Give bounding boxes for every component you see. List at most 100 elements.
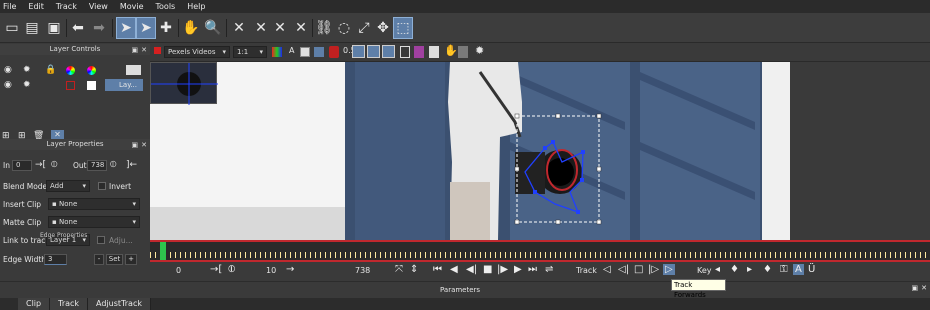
overlay-icon[interactable] [314, 47, 324, 57]
menu-movie[interactable]: Movie [120, 2, 144, 11]
gear-icon[interactable]: ✹ [23, 80, 31, 90]
track-forward-icon[interactable]: ▷ [663, 264, 675, 275]
layer-name[interactable]: Lay... [105, 79, 143, 91]
key-lock-icon[interactable]: ⚿ [780, 264, 788, 275]
undock-icon[interactable]: ▣ [912, 284, 919, 292]
increase-button[interactable]: + [125, 253, 137, 265]
add-point-icon[interactable]: ✚ [156, 17, 176, 39]
source-dropdown[interactable]: Pexels Videos ▾ [164, 46, 230, 58]
menu-file[interactable]: File [3, 2, 16, 11]
play-backward-icon[interactable]: ◀ [450, 264, 458, 275]
sun-icon[interactable]: ✹ [475, 44, 484, 57]
bspline-plus-icon[interactable]: ✕ [270, 17, 290, 39]
mask-icon[interactable] [414, 46, 424, 58]
video-preview[interactable] [150, 62, 790, 240]
go-to-out-icon[interactable]: ⦶ [110, 160, 117, 170]
stop-icon[interactable]: ■ [483, 264, 492, 275]
eye-icon[interactable]: ◉ [4, 65, 12, 75]
frame-marker-icon[interactable]: → [286, 264, 294, 275]
select-arrow-icon[interactable]: ➤ [116, 17, 136, 39]
transform-icon[interactable]: ⤢ [354, 17, 374, 39]
track-step-back-icon[interactable]: ◁| [618, 264, 629, 275]
invert-checkbox[interactable] [98, 182, 106, 190]
alpha-channel-label[interactable]: A [289, 46, 294, 55]
hand-icon[interactable]: ✋ [181, 17, 201, 39]
out-field[interactable]: 738 [87, 159, 107, 171]
step-back-icon[interactable]: ◀| [466, 264, 477, 275]
split-x-icon[interactable]: ✕ [229, 17, 249, 39]
view-mode-1-icon[interactable] [352, 45, 365, 58]
undo-icon[interactable]: ⬅ [68, 17, 88, 39]
set-out-icon[interactable]: ]← [126, 160, 137, 170]
timeline-scrubber[interactable] [150, 240, 930, 262]
menu-view[interactable]: View [89, 2, 108, 11]
play-icon[interactable]: ▶ [514, 264, 522, 275]
new-icon[interactable]: ▭ [2, 17, 22, 39]
decrease-button[interactable]: - [94, 253, 104, 265]
tab-track[interactable]: Track [50, 298, 89, 310]
track-backward-icon[interactable]: ◁ [603, 264, 611, 275]
set-in-icon[interactable]: →[ [210, 264, 222, 275]
undock-icon[interactable]: ▣ [132, 45, 139, 56]
fit-vertical-icon[interactable]: ⇕ [410, 264, 418, 275]
rgb-channel-icon[interactable] [272, 47, 282, 57]
view-mode-3-icon[interactable] [382, 45, 395, 58]
playhead[interactable] [160, 242, 166, 260]
key-info-icon[interactable]: Ü [808, 264, 815, 275]
zoom-icon[interactable]: 🔍 [203, 17, 223, 39]
blend-mode-dropdown[interactable]: Add ▾ [46, 180, 90, 192]
key-delete-icon[interactable]: ♦ [763, 264, 772, 275]
link-icon[interactable]: ⛓ [314, 17, 334, 39]
key-next-icon[interactable]: ▸ [747, 264, 752, 275]
zoom-dropdown[interactable]: 1:1 ▾ [233, 46, 267, 58]
layer-color-swatch[interactable] [87, 80, 96, 90]
skip-start-icon[interactable]: ⏮ [433, 264, 442, 275]
color-wheel-icon[interactable] [87, 65, 96, 75]
matte-clip-dropdown[interactable]: ▪ None ▾ [48, 216, 140, 228]
save-icon[interactable]: ▣ [44, 17, 64, 39]
auto-key-icon[interactable]: A [793, 264, 804, 275]
lock-icon[interactable]: 🔒 [45, 65, 56, 75]
layer-menu-icon[interactable] [126, 65, 141, 75]
lasso-icon[interactable]: ◌ [334, 17, 354, 39]
set-in-icon[interactable]: →[ [35, 160, 46, 170]
close-icon[interactable]: ✕ [141, 140, 147, 151]
menu-help[interactable]: Help [187, 2, 205, 11]
select-rect-icon[interactable]: ⬚ [393, 17, 413, 39]
gear-icon[interactable]: ✹ [23, 65, 31, 75]
layer-color-swatch[interactable] [66, 80, 75, 90]
key-add-icon[interactable]: ♦ [730, 264, 739, 275]
track-stop-icon[interactable]: □ [634, 264, 643, 275]
tab-adjust-track[interactable]: AdjustTrack [88, 298, 151, 310]
fit-icon[interactable]: ⤧ [395, 264, 403, 275]
menu-track[interactable]: Track [56, 2, 77, 11]
layer-row[interactable]: ◉ ✹ Lay... [0, 77, 150, 93]
bspline-x-icon[interactable]: ✕ [291, 17, 311, 39]
key-prev-icon[interactable]: ◂ [715, 264, 720, 275]
open-icon[interactable]: ▤ [22, 17, 42, 39]
go-to-in-icon[interactable]: ⦶ [228, 264, 235, 275]
track-step-forward-icon[interactable]: |▷ [648, 264, 659, 275]
bspline-tool-icon[interactable]: ➤ [136, 17, 156, 39]
view-mode-2-icon[interactable] [367, 45, 380, 58]
redo-icon[interactable]: ➡ [89, 17, 109, 39]
close-icon[interactable]: ✕ [921, 284, 927, 292]
tab-clip[interactable]: Clip [18, 298, 51, 310]
frame-icon[interactable] [400, 46, 410, 58]
insert-clip-dropdown[interactable]: ▪ None ▾ [48, 198, 140, 210]
step-forward-icon[interactable]: |▶ [497, 264, 508, 275]
loop-icon[interactable]: ⇌ [545, 264, 553, 275]
menu-edit[interactable]: Edit [28, 2, 44, 11]
color-wheel-icon[interactable] [66, 65, 75, 75]
checker-icon[interactable] [300, 47, 310, 57]
eye-icon[interactable]: ◉ [4, 80, 12, 90]
undock-icon[interactable]: ▣ [132, 140, 139, 151]
move-icon[interactable]: ✥ [373, 17, 393, 39]
matte-icon[interactable] [329, 46, 339, 58]
stabilize-icon[interactable] [458, 46, 468, 58]
skip-end-icon[interactable]: ⏭ [528, 264, 537, 275]
page-icon[interactable] [429, 46, 439, 58]
adjust-checkbox[interactable] [97, 236, 105, 244]
hand-cursor-icon[interactable]: ✋ [444, 44, 458, 57]
in-field[interactable]: 0 [12, 159, 32, 171]
